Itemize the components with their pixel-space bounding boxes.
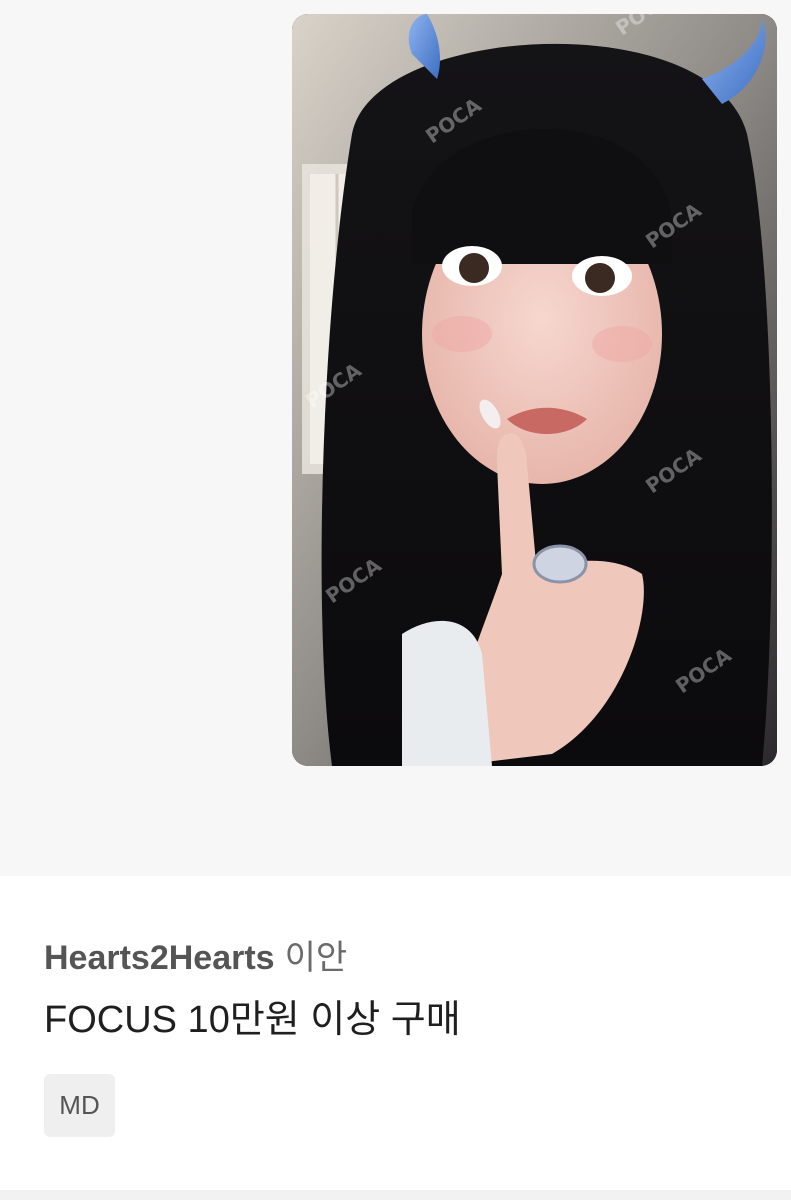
member-name[interactable]: 이안: [285, 939, 348, 977]
artist-line: Hearts2Hearts 이안: [44, 938, 347, 978]
product-title: FOCUS 10만원 이상 구매: [44, 999, 461, 1041]
product-photocard-image[interactable]: POCA POCA POCA POCA POCA POCA POCA: [292, 14, 777, 766]
category-tag[interactable]: MD: [44, 1074, 115, 1137]
group-name[interactable]: Hearts2Hearts: [44, 939, 275, 977]
section-divider: [0, 1190, 791, 1200]
product-image-area: POCA POCA POCA POCA POCA POCA POCA: [0, 0, 791, 876]
product-info-section: Hearts2Hearts 이안 FOCUS 10만원 이상 구매 MD: [0, 876, 791, 1188]
photocard-illustration: POCA POCA POCA POCA POCA POCA POCA: [292, 14, 777, 766]
